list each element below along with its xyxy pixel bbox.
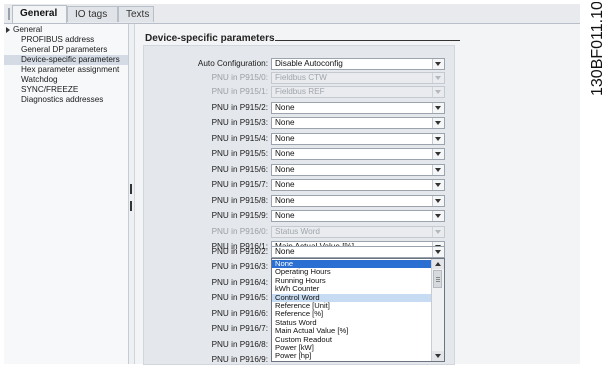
combo-value: Disable Autoconfig	[275, 59, 343, 68]
scroll-up-icon[interactable]	[432, 259, 444, 269]
scroll-down-icon[interactable]	[432, 351, 444, 361]
p915-5-select[interactable]: None	[271, 148, 445, 160]
nav-item-watchdog[interactable]: Watchdog	[4, 75, 128, 85]
row-label: PNU in P915/6:	[211, 165, 268, 174]
chevron-down-icon	[432, 87, 444, 97]
p916-2-select[interactable]: None	[271, 246, 445, 258]
p915-0-select: Fieldbus CTW	[271, 72, 445, 84]
splitter-grip-icon[interactable]	[130, 201, 132, 211]
p915-1-select: Fieldbus REF	[271, 86, 445, 98]
combo-value: None	[275, 211, 295, 220]
chevron-down-icon[interactable]	[432, 211, 444, 221]
chevron-down-icon	[432, 73, 444, 83]
row-label: PNU in P916/8:	[211, 340, 268, 349]
p915-7-select[interactable]: None	[271, 179, 445, 191]
dropdown-option-main-actual-value[interactable]: Main Actual Value [%]	[272, 327, 431, 335]
row-label: PNU in P916/9:	[211, 355, 268, 364]
combo-value: Fieldbus CTW	[275, 73, 327, 82]
section-divider	[275, 40, 460, 41]
dropdown-scrollbar[interactable]	[431, 259, 444, 361]
parameters-panel: Auto Configuration: Disable Autoconfig P…	[143, 45, 455, 365]
properties-window: General IO tags Texts General PROFIBUS a…	[4, 4, 580, 365]
chevron-down-icon[interactable]	[432, 180, 444, 190]
combo-value: None	[275, 165, 295, 174]
combo-value: Status Word	[275, 227, 320, 236]
p916-0-select: Status Word	[271, 226, 445, 238]
p915-3-select[interactable]: None	[271, 117, 445, 129]
row-label: PNU in P916/5:	[211, 293, 268, 302]
chevron-down-icon[interactable]	[432, 165, 444, 175]
row-label: PNU in P915/1:	[211, 87, 268, 96]
nav-item-sync-freeze[interactable]: SYNC/FREEZE	[4, 85, 128, 95]
figure-id: 130BF011.10	[589, 2, 606, 96]
chevron-down-icon[interactable]	[432, 247, 444, 257]
row-label: PNU in P916/2:	[211, 247, 268, 256]
chevron-down-icon[interactable]	[432, 196, 444, 206]
combo-value: None	[275, 103, 295, 112]
combo-value: None	[275, 149, 295, 158]
nav-item-general[interactable]: General	[4, 25, 128, 35]
chevron-down-icon[interactable]	[432, 118, 444, 128]
chevron-down-icon[interactable]	[432, 103, 444, 113]
row-label: PNU in P916/6:	[211, 309, 268, 318]
scrollbar-thumb[interactable]	[433, 270, 442, 288]
p915-4-select[interactable]: None	[271, 133, 445, 145]
row-label: PNU in P916/0:	[211, 227, 268, 236]
tab-bar-marker	[8, 8, 10, 20]
auto-configuration-select[interactable]: Disable Autoconfig	[271, 58, 445, 70]
tab-io-tags[interactable]: IO tags	[67, 6, 118, 22]
dropdown-list[interactable]: None Operating Hours Running Hours kWh C…	[271, 258, 445, 362]
combo-value: None	[275, 134, 295, 143]
tab-texts[interactable]: Texts	[118, 6, 154, 22]
combo-value: None	[275, 118, 295, 127]
chevron-down-icon[interactable]	[432, 134, 444, 144]
nav-item-general-dp-parameters[interactable]: General DP parameters	[4, 45, 128, 55]
nav-item-diagnostics-addresses[interactable]: Diagnostics addresses	[4, 95, 128, 105]
row-label: PNU in P915/4:	[211, 134, 268, 143]
dropdown-option-kwh-counter[interactable]: kWh Counter	[272, 285, 431, 293]
p915-8-select[interactable]: None	[271, 195, 445, 207]
content-area: Device-specific parameters Auto Configur…	[135, 24, 580, 365]
row-label: PNU in P915/0:	[211, 73, 268, 82]
nav-item-device-specific-parameters[interactable]: Device-specific parameters	[4, 55, 128, 65]
row-label: PNU in P916/3:	[211, 262, 268, 271]
nav-item-label: General	[13, 25, 43, 34]
navigation-tree: General PROFIBUS address General DP para…	[4, 24, 129, 364]
chevron-down-icon	[432, 227, 444, 237]
row-label: PNU in P915/7:	[211, 180, 268, 189]
row-label: PNU in P915/9:	[211, 211, 268, 220]
row-label: PNU in P916/7:	[211, 324, 268, 333]
nav-item-hex-parameter-assignment[interactable]: Hex parameter assignment	[4, 65, 128, 75]
combo-value: Fieldbus REF	[275, 87, 325, 96]
row-label: PNU in P915/8:	[211, 196, 268, 205]
combo-value: None	[275, 247, 295, 256]
section-title: Device-specific parameters	[145, 33, 275, 44]
row-label: PNU in P915/2:	[211, 103, 268, 112]
chevron-down-icon[interactable]	[432, 149, 444, 159]
p915-6-select[interactable]: None	[271, 164, 445, 176]
p915-2-select[interactable]: None	[271, 102, 445, 114]
row-label: PNU in P915/5:	[211, 149, 268, 158]
dropdown-option-power-hp[interactable]: Power [hp]	[272, 352, 431, 360]
tab-bar: General IO tags Texts	[4, 4, 580, 24]
tab-general[interactable]: General	[12, 5, 67, 23]
row-label: PNU in P916/4:	[211, 278, 268, 287]
row-label: PNU in P915/3:	[211, 118, 268, 127]
splitter-grip-icon[interactable]	[130, 184, 132, 194]
row-label: Auto Configuration:	[197, 59, 268, 68]
combo-value: None	[275, 180, 295, 189]
nav-item-profibus-address[interactable]: PROFIBUS address	[4, 35, 128, 45]
p915-9-select[interactable]: None	[271, 210, 445, 222]
figure-id-text: 130BF011.10	[589, 2, 606, 96]
expand-arrow-icon[interactable]	[6, 27, 10, 33]
combo-value: None	[275, 196, 295, 205]
chevron-down-icon[interactable]	[432, 59, 444, 69]
